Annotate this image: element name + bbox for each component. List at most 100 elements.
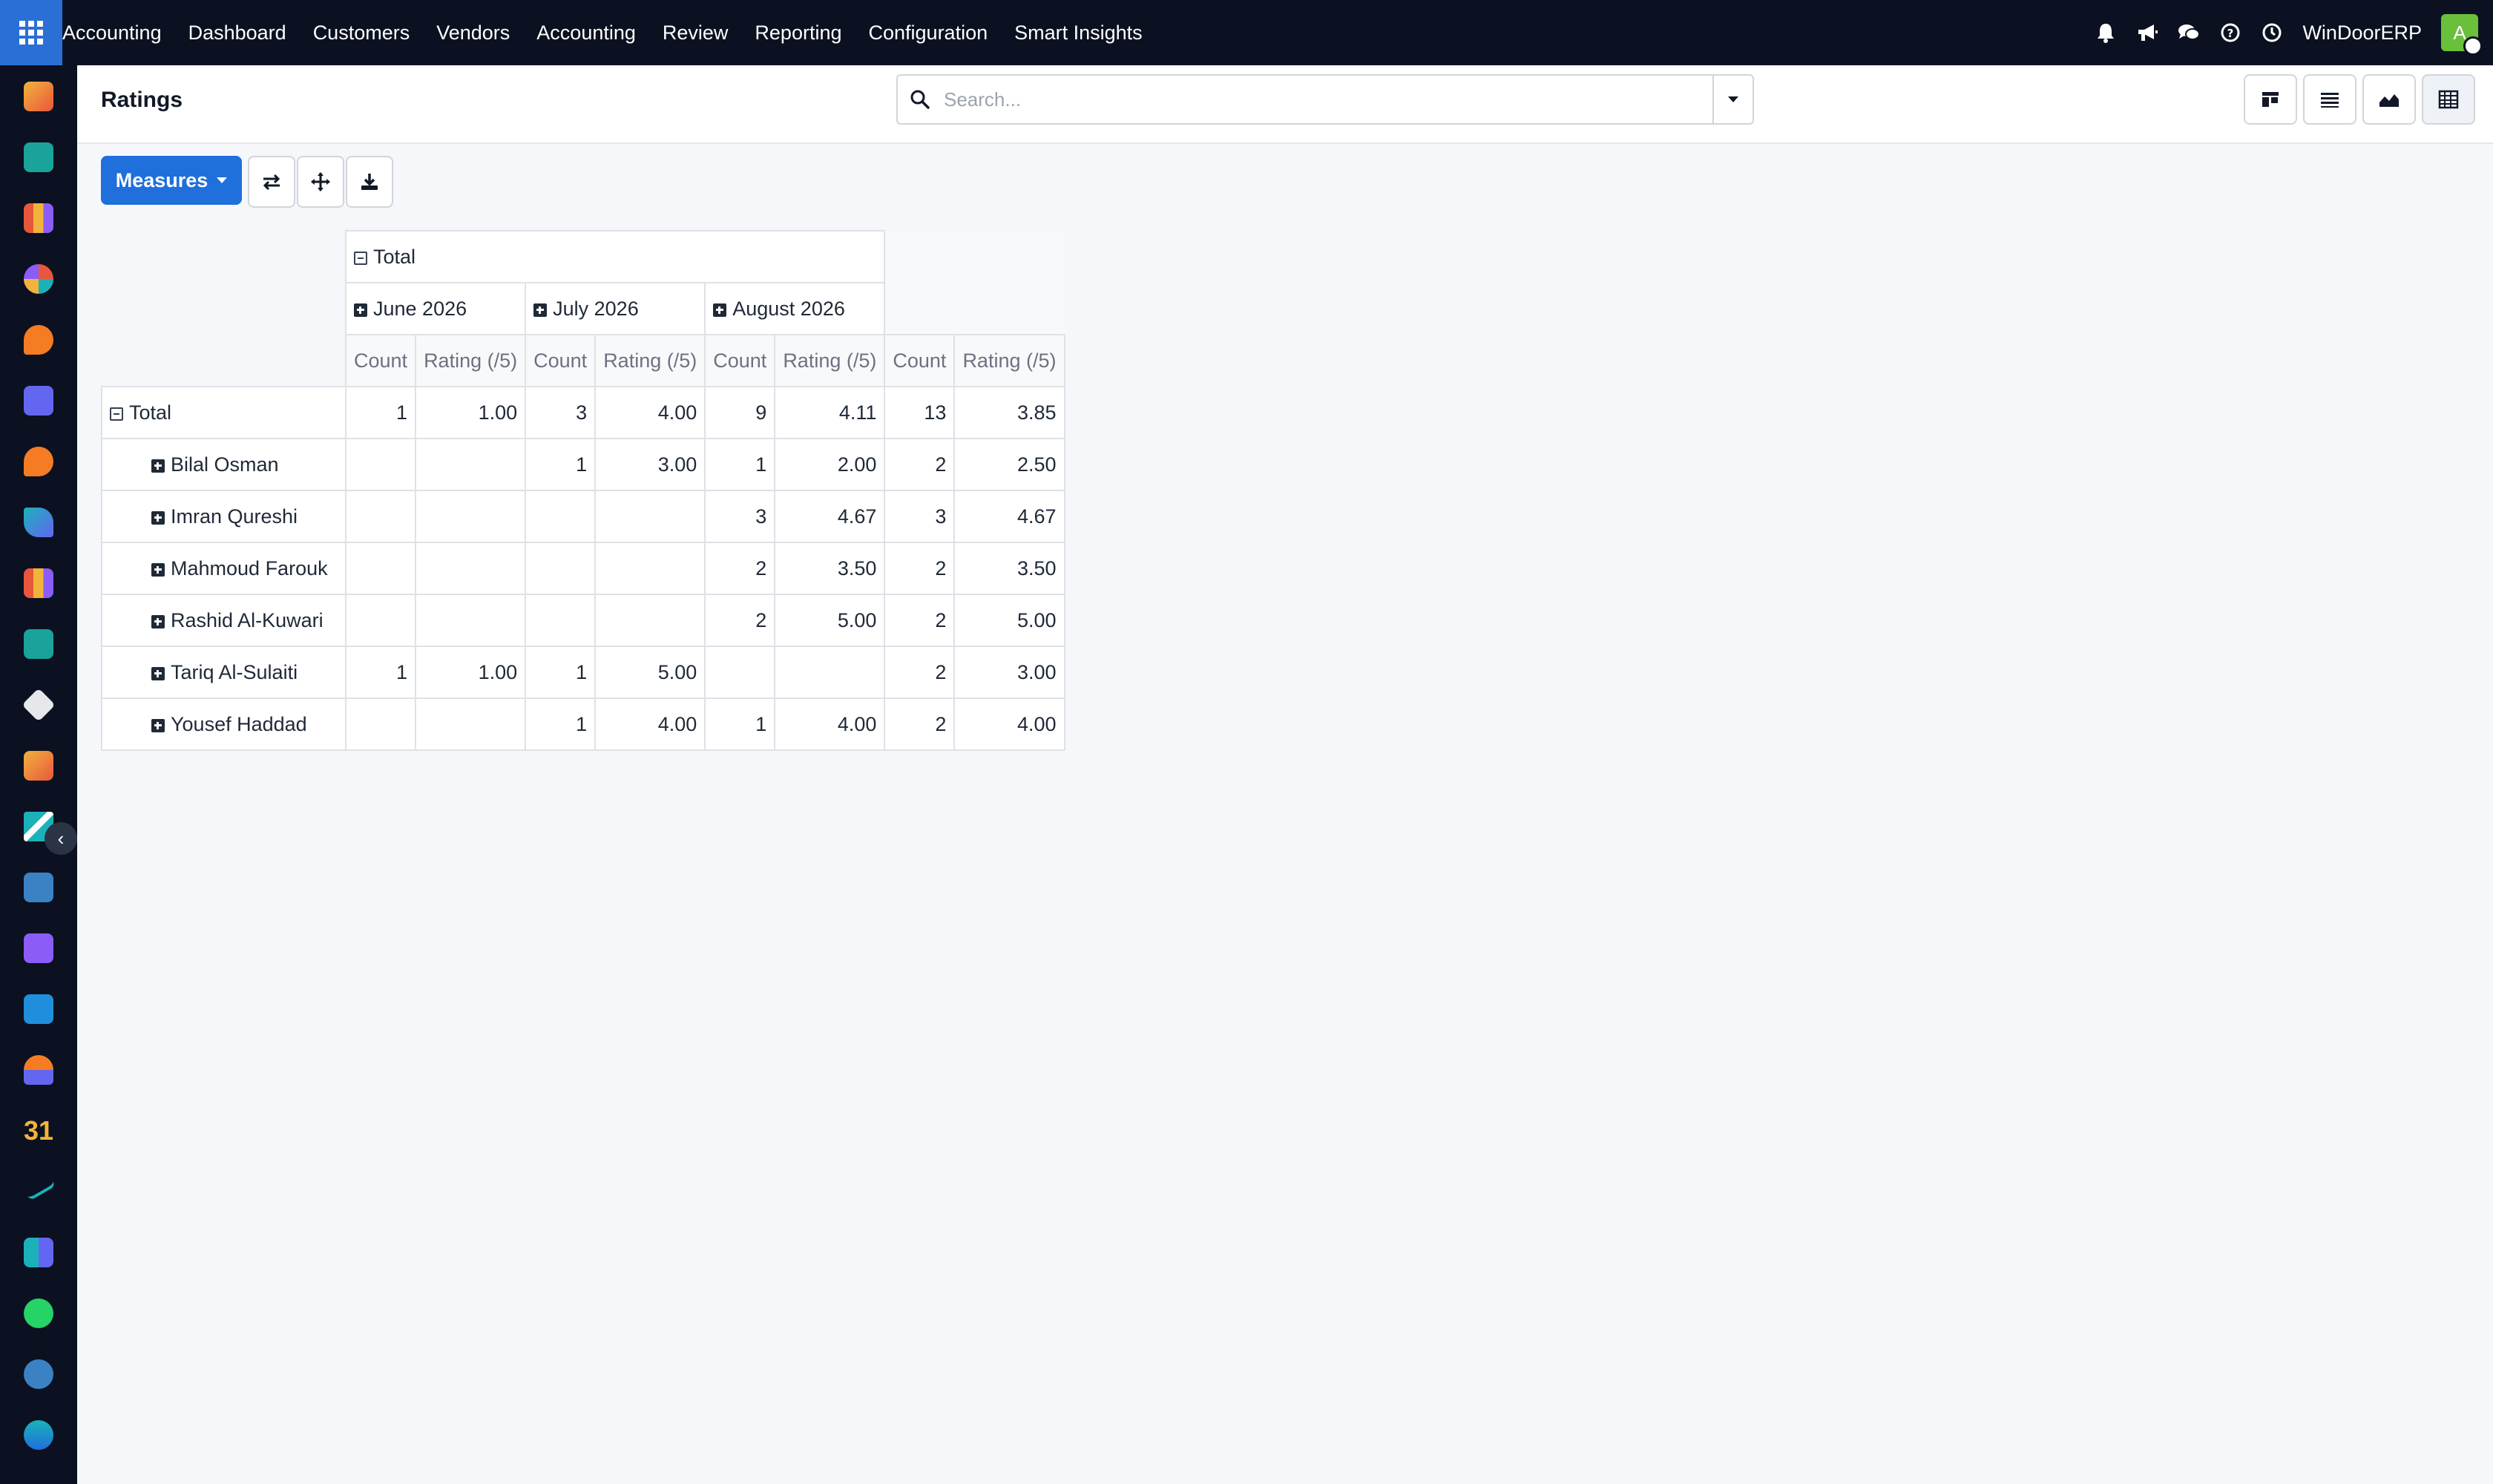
- knowledge-icon[interactable]: [24, 873, 53, 902]
- rating-cell[interactable]: 5.00: [594, 646, 706, 699]
- rating-cell[interactable]: [415, 438, 527, 491]
- row-header[interactable]: Tariq Al-Sulaiti: [101, 646, 346, 699]
- count-cell[interactable]: 1: [344, 646, 417, 699]
- count-cell[interactable]: 3: [704, 490, 776, 543]
- rating-cell[interactable]: 4.67: [953, 490, 1065, 543]
- graph-view-button[interactable]: [2362, 74, 2416, 125]
- contacts-2-icon[interactable]: [24, 629, 53, 659]
- bell-icon[interactable]: [2095, 22, 2117, 44]
- count-cell[interactable]: 2: [704, 594, 776, 647]
- sidebar-collapse-button[interactable]: ‹: [45, 822, 77, 855]
- count-cell[interactable]: [344, 490, 417, 543]
- menu-customers[interactable]: Customers: [300, 0, 424, 65]
- menu-reporting[interactable]: Reporting: [741, 0, 855, 65]
- flip-axis-button[interactable]: [248, 156, 295, 208]
- count-cell[interactable]: [344, 594, 417, 647]
- menu-dashboard[interactable]: Dashboard: [175, 0, 300, 65]
- rating-cell[interactable]: [415, 697, 527, 751]
- count-cell[interactable]: 2: [704, 542, 776, 595]
- rating-cell[interactable]: 3.50: [953, 542, 1065, 595]
- reporting-icon[interactable]: [24, 203, 53, 233]
- apps-2-icon[interactable]: [24, 751, 53, 781]
- dashboards-icon[interactable]: [24, 264, 53, 294]
- sign-icon[interactable]: [21, 1170, 56, 1201]
- rating-cell[interactable]: [415, 542, 527, 595]
- rating-cell[interactable]: [594, 594, 706, 647]
- rating-cell[interactable]: 4.00: [594, 697, 706, 751]
- menu-accounting[interactable]: Accounting: [523, 0, 649, 65]
- help-icon[interactable]: ?: [2219, 22, 2241, 44]
- rating-cell[interactable]: 4.00: [594, 386, 706, 439]
- menu-smart-insights[interactable]: Smart Insights: [1001, 0, 1156, 65]
- rating-cell[interactable]: 3.50: [774, 542, 886, 595]
- count-cell[interactable]: 1: [344, 386, 417, 439]
- count-cell[interactable]: 2: [884, 697, 956, 751]
- kanban-view-button[interactable]: [2244, 74, 2297, 125]
- row-header[interactable]: Bilal Osman: [101, 438, 346, 491]
- expand-all-button[interactable]: [297, 156, 344, 208]
- count-cell[interactable]: 1: [525, 697, 597, 751]
- social-icon[interactable]: [24, 1420, 53, 1450]
- rating-cell[interactable]: 5.00: [953, 594, 1065, 647]
- download-button[interactable]: [346, 156, 393, 208]
- chat-icon[interactable]: [2178, 22, 2201, 44]
- rating-cell[interactable]: 2.00: [774, 438, 886, 491]
- rating-cell[interactable]: 3.00: [953, 646, 1065, 699]
- search-input[interactable]: [942, 78, 1712, 121]
- row-header[interactable]: Rashid Al-Kuwari: [101, 594, 346, 647]
- rating-cell[interactable]: [594, 542, 706, 595]
- rating-cell[interactable]: 4.67: [774, 490, 886, 543]
- count-cell[interactable]: [525, 542, 597, 595]
- product-icon[interactable]: [24, 933, 53, 963]
- rating-cell[interactable]: 2.50: [953, 438, 1065, 491]
- menu-review[interactable]: Review: [649, 0, 742, 65]
- measure-header-count[interactable]: Count: [704, 334, 776, 387]
- count-cell[interactable]: [344, 542, 417, 595]
- count-cell[interactable]: 3: [525, 386, 597, 439]
- measure-header-rating[interactable]: Rating (/5): [415, 334, 527, 387]
- count-cell[interactable]: 9: [704, 386, 776, 439]
- measure-header-count[interactable]: Count: [344, 334, 417, 387]
- timer-icon[interactable]: [24, 1359, 53, 1389]
- whatsapp-icon[interactable]: [24, 1298, 53, 1328]
- spreadsheet-icon[interactable]: [24, 1238, 53, 1267]
- count-cell[interactable]: [704, 646, 776, 699]
- count-cell[interactable]: 2: [884, 646, 956, 699]
- menu-vendors[interactable]: Vendors: [423, 0, 523, 65]
- calendar-icon[interactable]: 31: [24, 1116, 53, 1146]
- invoicing-icon[interactable]: [24, 994, 53, 1024]
- count-cell[interactable]: 2: [884, 542, 956, 595]
- measure-header-rating[interactable]: Rating (/5): [594, 334, 706, 387]
- count-cell[interactable]: 1: [525, 646, 597, 699]
- measure-header-rating[interactable]: Rating (/5): [953, 334, 1065, 387]
- apps-menu-button[interactable]: [0, 0, 62, 65]
- col-header-total[interactable]: Total: [344, 230, 886, 283]
- col-header-month[interactable]: June 2026: [344, 282, 527, 335]
- count-cell[interactable]: [344, 438, 417, 491]
- rating-cell[interactable]: 3.85: [953, 386, 1065, 439]
- rating-cell[interactable]: [774, 646, 886, 699]
- megaphone-icon[interactable]: [2136, 22, 2158, 44]
- inventory-icon[interactable]: [22, 688, 56, 722]
- col-header-month[interactable]: July 2026: [525, 282, 706, 335]
- row-header[interactable]: Yousef Haddad: [101, 697, 346, 751]
- company-name[interactable]: WinDoorERP: [2302, 22, 2422, 45]
- count-cell[interactable]: [344, 697, 417, 751]
- rating-cell[interactable]: 5.00: [774, 594, 886, 647]
- count-cell[interactable]: 3: [884, 490, 956, 543]
- count-cell[interactable]: 1: [525, 438, 597, 491]
- search-icon[interactable]: [898, 89, 942, 110]
- email-marketing-icon[interactable]: [24, 386, 53, 416]
- rating-cell[interactable]: 1.00: [415, 646, 527, 699]
- count-cell[interactable]: [525, 594, 597, 647]
- count-cell[interactable]: 2: [884, 594, 956, 647]
- count-cell[interactable]: 13: [884, 386, 956, 439]
- count-cell[interactable]: 2: [884, 438, 956, 491]
- menu-configuration[interactable]: Configuration: [855, 0, 1002, 65]
- row-header[interactable]: Mahmoud Farouk: [101, 542, 346, 595]
- rating-cell[interactable]: 1.00: [415, 386, 527, 439]
- count-cell[interactable]: 1: [704, 438, 776, 491]
- rating-cell[interactable]: [415, 490, 527, 543]
- list-view-button[interactable]: [2303, 74, 2356, 125]
- rating-cell[interactable]: 4.00: [953, 697, 1065, 751]
